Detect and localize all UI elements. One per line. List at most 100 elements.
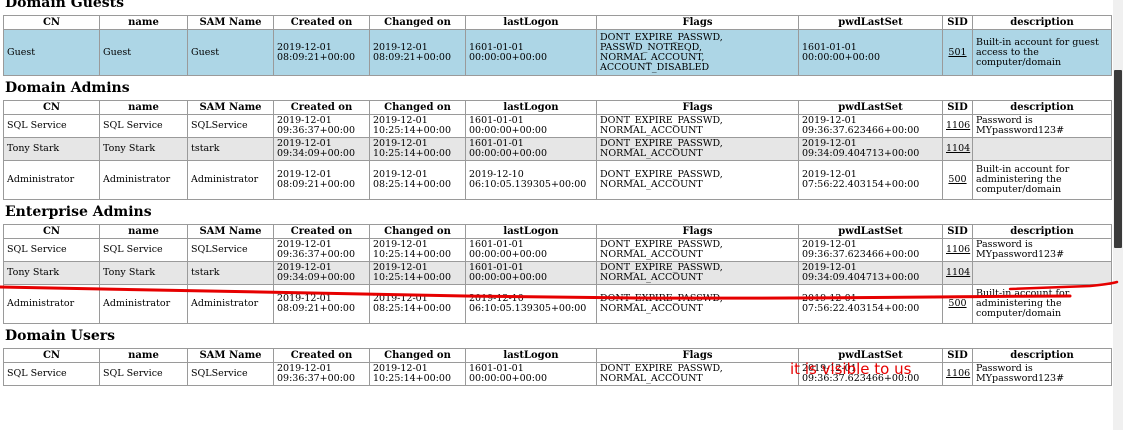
sid-link[interactable]: 1106 bbox=[946, 120, 970, 131]
col-header-cn[interactable]: CN bbox=[3, 100, 100, 115]
col-header-created-on[interactable]: Created on bbox=[273, 348, 370, 363]
col-header-lastlogon[interactable]: lastLogon bbox=[465, 15, 597, 30]
cell-created-on: 2019-12-01 08:09:21+00:00 bbox=[273, 284, 370, 324]
cell-description: Password is MYpassword123# bbox=[972, 238, 1112, 262]
col-header-cn[interactable]: CN bbox=[3, 15, 100, 30]
col-header-changed-on[interactable]: Changed on bbox=[369, 224, 466, 239]
cell-pwdlastset: 2019-12-01 07:56:22.403154+00:00 bbox=[798, 284, 943, 324]
col-header-sid[interactable]: SID bbox=[942, 100, 973, 115]
cell-description: Password is MYpassword123# bbox=[972, 114, 1112, 138]
cell-created-on: 2019-12-01 09:34:09+00:00 bbox=[273, 137, 370, 161]
col-header-description[interactable]: description bbox=[972, 224, 1112, 239]
group-title-domain-admins: Domain Admins bbox=[5, 80, 130, 96]
cell-changed-on: 2019-12-01 08:09:21+00:00 bbox=[369, 29, 466, 76]
col-header-sam-name[interactable]: SAM Name bbox=[187, 224, 274, 239]
cell-flags: DONT_EXPIRE_PASSWD, NORMAL_ACCOUNT bbox=[596, 238, 799, 262]
table-row[interactable]: Tony Stark Tony Stark tstark 2019-12-01 … bbox=[3, 137, 1112, 161]
cell-created-on: 2019-12-01 09:36:37+00:00 bbox=[273, 362, 370, 386]
col-header-name[interactable]: name bbox=[99, 15, 188, 30]
col-header-pwdlastset[interactable]: pwdLastSet bbox=[798, 348, 943, 363]
cell-description bbox=[972, 137, 1112, 161]
cell-pwdlastset: 1601-01-01 00:00:00+00:00 bbox=[798, 29, 943, 76]
cell-description: Built-in account for guest access to the… bbox=[972, 29, 1112, 76]
cell-sam-name: Administrator bbox=[187, 284, 274, 324]
col-header-description[interactable]: description bbox=[972, 15, 1112, 30]
col-header-flags[interactable]: Flags bbox=[596, 348, 799, 363]
col-header-sam-name[interactable]: SAM Name bbox=[187, 100, 274, 115]
col-header-cn[interactable]: CN bbox=[3, 224, 100, 239]
cell-name: Tony Stark bbox=[99, 137, 188, 161]
sid-link[interactable]: 501 bbox=[948, 47, 966, 58]
cell-name: Tony Stark bbox=[99, 261, 188, 285]
cell-pwdlastset: 2019-12-01 07:56:22.403154+00:00 bbox=[798, 160, 943, 200]
table-header: CN name SAM Name Created on Changed on l… bbox=[3, 100, 1112, 115]
col-header-pwdlastset[interactable]: pwdLastSet bbox=[798, 100, 943, 115]
cell-description: Password is MYpassword123# bbox=[972, 362, 1112, 386]
col-header-created-on[interactable]: Created on bbox=[273, 15, 370, 30]
table-row[interactable]: SQL Service SQL Service SQLService 2019-… bbox=[3, 238, 1112, 262]
cell-sid: 500 bbox=[942, 160, 973, 200]
cell-lastlogon: 1601-01-01 00:00:00+00:00 bbox=[465, 238, 597, 262]
col-header-pwdlastset[interactable]: pwdLastSet bbox=[798, 15, 943, 30]
cell-sam-name: Guest bbox=[187, 29, 274, 76]
col-header-changed-on[interactable]: Changed on bbox=[369, 15, 466, 30]
table-row[interactable]: SQL Service SQL Service SQLService 2019-… bbox=[3, 362, 1112, 386]
sid-link[interactable]: 500 bbox=[948, 298, 966, 309]
table-row[interactable]: Guest Guest Guest 2019-12-01 08:09:21+00… bbox=[3, 29, 1112, 76]
table-row[interactable]: Administrator Administrator Administrato… bbox=[3, 160, 1112, 200]
cell-lastlogon: 2019-12-10 06:10:05.139305+00:00 bbox=[465, 160, 597, 200]
cell-flags: DONT_EXPIRE_PASSWD, NORMAL_ACCOUNT bbox=[596, 261, 799, 285]
sid-link[interactable]: 1104 bbox=[946, 143, 970, 154]
col-header-sam-name[interactable]: SAM Name bbox=[187, 348, 274, 363]
domain-guests-table: CN name SAM Name Created on Changed on l… bbox=[3, 15, 1112, 76]
col-header-flags[interactable]: Flags bbox=[596, 100, 799, 115]
cell-name: Administrator bbox=[99, 160, 188, 200]
sid-link[interactable]: 1106 bbox=[946, 244, 970, 255]
col-header-changed-on[interactable]: Changed on bbox=[369, 348, 466, 363]
table-row[interactable]: Administrator Administrator Administrato… bbox=[3, 284, 1112, 324]
col-header-sid[interactable]: SID bbox=[942, 15, 973, 30]
col-header-sid[interactable]: SID bbox=[942, 224, 973, 239]
cell-sam-name: SQLService bbox=[187, 238, 274, 262]
cell-sid: 501 bbox=[942, 29, 973, 76]
cell-lastlogon: 1601-01-01 00:00:00+00:00 bbox=[465, 362, 597, 386]
cell-pwdlastset: 2019-12-01 09:36:37.623466+00:00 bbox=[798, 362, 943, 386]
col-header-lastlogon[interactable]: lastLogon bbox=[465, 224, 597, 239]
col-header-flags[interactable]: Flags bbox=[596, 15, 799, 30]
cell-sam-name: SQLService bbox=[187, 362, 274, 386]
col-header-cn[interactable]: CN bbox=[3, 348, 100, 363]
cell-lastlogon: 2019-12-10 06:10:05.139305+00:00 bbox=[465, 284, 597, 324]
cell-name: Guest bbox=[99, 29, 188, 76]
cell-sid: 1106 bbox=[942, 238, 973, 262]
sid-link[interactable]: 1106 bbox=[946, 368, 970, 379]
table-row[interactable]: Tony Stark Tony Stark tstark 2019-12-01 … bbox=[3, 261, 1112, 285]
col-header-name[interactable]: name bbox=[99, 224, 188, 239]
col-header-changed-on[interactable]: Changed on bbox=[369, 100, 466, 115]
group-title-domain-guests: Domain Guests bbox=[5, 0, 125, 11]
col-header-flags[interactable]: Flags bbox=[596, 224, 799, 239]
vertical-scrollbar[interactable] bbox=[1113, 0, 1123, 430]
col-header-pwdlastset[interactable]: pwdLastSet bbox=[798, 224, 943, 239]
cell-lastlogon: 1601-01-01 00:00:00+00:00 bbox=[465, 137, 597, 161]
col-header-created-on[interactable]: Created on bbox=[273, 224, 370, 239]
cell-pwdlastset: 2019-12-01 09:36:37.623466+00:00 bbox=[798, 114, 943, 138]
cell-created-on: 2019-12-01 09:34:09+00:00 bbox=[273, 261, 370, 285]
table-row[interactable]: SQL Service SQL Service SQLService 2019-… bbox=[3, 114, 1112, 138]
cell-changed-on: 2019-12-01 10:25:14+00:00 bbox=[369, 238, 466, 262]
sid-link[interactable]: 1104 bbox=[946, 267, 970, 278]
cell-created-on: 2019-12-01 09:36:37+00:00 bbox=[273, 238, 370, 262]
cell-cn: Guest bbox=[3, 29, 100, 76]
col-header-name[interactable]: name bbox=[99, 348, 188, 363]
sid-link[interactable]: 500 bbox=[948, 174, 966, 185]
col-header-sid[interactable]: SID bbox=[942, 348, 973, 363]
scrollbar-thumb[interactable] bbox=[1114, 70, 1122, 248]
col-header-lastlogon[interactable]: lastLogon bbox=[465, 100, 597, 115]
col-header-sam-name[interactable]: SAM Name bbox=[187, 15, 274, 30]
col-header-description[interactable]: description bbox=[972, 348, 1112, 363]
col-header-name[interactable]: name bbox=[99, 100, 188, 115]
col-header-created-on[interactable]: Created on bbox=[273, 100, 370, 115]
col-header-lastlogon[interactable]: lastLogon bbox=[465, 348, 597, 363]
cell-flags: DONT_EXPIRE_PASSWD, NORMAL_ACCOUNT bbox=[596, 362, 799, 386]
cell-changed-on: 2019-12-01 10:25:14+00:00 bbox=[369, 114, 466, 138]
col-header-description[interactable]: description bbox=[972, 100, 1112, 115]
